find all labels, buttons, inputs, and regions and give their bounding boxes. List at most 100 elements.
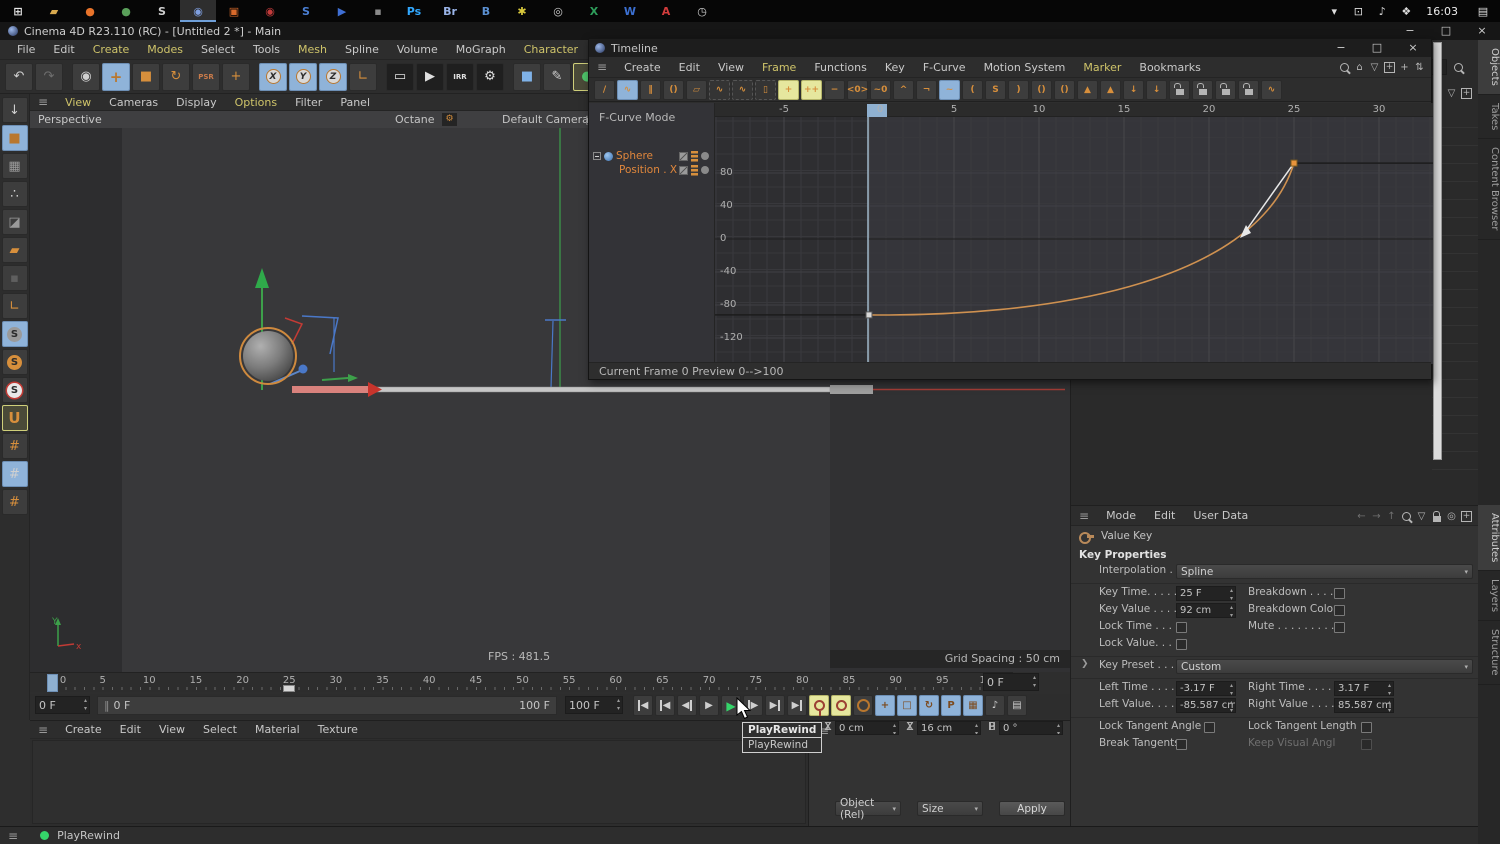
- workplane-mode-button[interactable]: #: [1, 489, 28, 515]
- timeline-hamburger-icon[interactable]: ≡: [589, 60, 615, 74]
- edges-mode-button[interactable]: ◪: [1, 209, 28, 235]
- snap-3d-button[interactable]: S: [1, 377, 28, 403]
- weight-a-button[interactable]: ▲: [1077, 79, 1098, 100]
- undo-button[interactable]: ↶: [5, 62, 33, 91]
- add-keys-all-button[interactable]: ++: [801, 79, 822, 100]
- filter-toggle-icon[interactable]: [679, 151, 688, 161]
- live-selection-tool[interactable]: ◉: [72, 62, 100, 91]
- left-value-field[interactable]: -85.587 cm ▴ ▾: [1176, 698, 1236, 713]
- tl-search-icon[interactable]: [1337, 60, 1352, 74]
- attr-hamburger-icon[interactable]: ≡: [1071, 509, 1097, 523]
- mat-menu-edit[interactable]: Edit: [111, 723, 150, 736]
- menu-tools[interactable]: Tools: [244, 43, 289, 56]
- taskbar-app-clock[interactable]: ◷: [684, 0, 720, 22]
- ap[interactable]: Apply: [999, 801, 1065, 816]
- tab-attributes[interactable]: Attributes: [1478, 505, 1500, 572]
- vp-menu-panel[interactable]: Panel: [331, 96, 379, 109]
- lock-tangent-lengths-checkbox[interactable]: [1361, 722, 1372, 733]
- key-position-toggle[interactable]: +: [875, 695, 895, 716]
- rotate-tool[interactable]: ↻: [162, 62, 190, 91]
- fcurve-graph[interactable]: -5 0 5 10 15 20 25 30 80 40 0 -40 -80 -120: [715, 103, 1433, 364]
- left-time-field[interactable]: -3.17 F ▴ ▾: [1176, 681, 1236, 696]
- tracks-toggle[interactable]: ▤: [1007, 695, 1027, 716]
- lock-workplane-button[interactable]: #: [1, 461, 28, 487]
- tl-add-panel-icon[interactable]: +: [1382, 60, 1397, 74]
- tl-menu-key[interactable]: Key: [876, 61, 914, 74]
- tweak-mode-button[interactable]: ▪: [1, 265, 28, 291]
- render-settings-button[interactable]: ⚙: [476, 62, 504, 91]
- vp-menu-filter[interactable]: Filter: [286, 96, 331, 109]
- track-dots-icon[interactable]: [691, 164, 698, 176]
- tab-structure[interactable]: Structure: [1478, 621, 1500, 685]
- x-axis-toggle[interactable]: X: [259, 62, 287, 91]
- magnet-snap-button[interactable]: U: [1, 405, 28, 431]
- end-frame-field[interactable]: 100 F ▴ ▾: [565, 696, 623, 714]
- mat-menu-create[interactable]: Create: [56, 723, 111, 736]
- tab-takes[interactable]: Takes: [1478, 95, 1500, 140]
- key-scale-toggle[interactable]: □: [897, 695, 917, 716]
- workplane-button[interactable]: #: [1, 433, 28, 459]
- curve-paren-b-button[interactable]: (): [1054, 79, 1075, 100]
- key-pla-toggle[interactable]: ▦: [963, 695, 983, 716]
- tab-layers[interactable]: Layers: [1478, 571, 1500, 622]
- attr-search-icon[interactable]: [1399, 509, 1414, 523]
- mat-menu-texture[interactable]: Texture: [309, 723, 367, 736]
- taskbar-app-excel[interactable]: X: [576, 0, 612, 22]
- attr-add-panel-icon[interactable]: +: [1459, 509, 1474, 523]
- goto-end-button[interactable]: ▶: [787, 695, 807, 716]
- taskbar-app-firefox[interactable]: ●: [72, 0, 108, 22]
- region-tool-c-button[interactable]: ▯: [755, 79, 776, 100]
- tree-item-position-x[interactable]: Position . X: [589, 163, 715, 177]
- lock-tangent-icon-button[interactable]: [1215, 79, 1236, 100]
- attr-forward-icon[interactable]: →: [1369, 509, 1384, 523]
- zero-angle-button[interactable]: <0>: [847, 79, 868, 100]
- attr-filter-icon[interactable]: ▽: [1414, 509, 1429, 523]
- notification-center-icon[interactable]: ▤: [1466, 5, 1500, 18]
- link-button[interactable]: ▱: [686, 79, 707, 100]
- tray-expand-icon[interactable]: ▾: [1322, 5, 1346, 18]
- move-locked-tool[interactable]: +: [222, 62, 250, 91]
- snap-auto-button[interactable]: S: [1, 349, 28, 375]
- weight-b-button[interactable]: ▲: [1100, 79, 1121, 100]
- key-time-field[interactable]: 25 F ▴ ▾: [1176, 586, 1236, 601]
- state-dot-icon[interactable]: [701, 166, 709, 174]
- tl-dock-icon[interactable]: ⇅: [1412, 60, 1427, 74]
- taskbar-app-player[interactable]: ▶: [324, 0, 360, 22]
- taskbar-app-dark[interactable]: ▪: [360, 0, 396, 22]
- autokey-button[interactable]: [831, 695, 851, 716]
- material-list-empty[interactable]: [32, 740, 806, 824]
- taskbar-app-bridge[interactable]: Br: [432, 0, 468, 22]
- timeline-titlebar[interactable]: Timeline − □ ×: [589, 39, 1431, 57]
- rotation-field[interactable]: 0 °▴▾: [999, 721, 1063, 735]
- taskbar-app-chrome[interactable]: ●: [108, 0, 144, 22]
- status-hamburger-icon[interactable]: ≡: [0, 829, 26, 843]
- attr-back-icon[interactable]: ←: [1354, 509, 1369, 523]
- menu-modes[interactable]: Modes: [138, 43, 192, 56]
- curve-paren-a-button[interactable]: (): [1031, 79, 1052, 100]
- tl-move-panel-icon[interactable]: +: [1397, 60, 1412, 74]
- timeline-close-button[interactable]: ×: [1395, 39, 1431, 57]
- tray-volume-icon[interactable]: ♪: [1370, 5, 1394, 18]
- interpolation-dropdown[interactable]: Spline ▾: [1176, 564, 1473, 579]
- ease-spline-button[interactable]: (: [962, 79, 983, 100]
- loop-button[interactable]: (): [663, 79, 684, 100]
- taskbar-app-swirl[interactable]: ✱: [504, 0, 540, 22]
- tray-display-icon[interactable]: ⊡: [1346, 5, 1370, 18]
- key-preset-dropdown[interactable]: Custom ▾: [1176, 659, 1473, 674]
- points-mode-button[interactable]: ∴: [1, 181, 28, 207]
- range-grip-icon[interactable]: ‖: [104, 699, 110, 712]
- attr-menu-user-data[interactable]: User Data: [1184, 509, 1257, 522]
- taskbar-app-circle[interactable]: ◎: [540, 0, 576, 22]
- z-axis-toggle[interactable]: Z: [319, 62, 347, 91]
- motion-mode-button[interactable]: ‖: [640, 79, 661, 100]
- fcurve-key-selected[interactable]: [1290, 159, 1298, 167]
- fcurve-ruler[interactable]: -5 0 5 10 15 20 25 30: [715, 103, 1433, 117]
- key-value-field[interactable]: 92 cm ▴ ▾: [1176, 603, 1236, 618]
- interactive-render-button[interactable]: IRR: [446, 62, 474, 91]
- mat-menu-select[interactable]: Select: [194, 723, 246, 736]
- position-field[interactable]: 0 cm▴▾: [835, 721, 899, 735]
- animation-timeline-ruler[interactable]: 0510152025303540455055606570758085909510…: [30, 672, 1013, 692]
- keyframe-selection-button[interactable]: [853, 695, 873, 716]
- scale-tool[interactable]: ■: [132, 62, 160, 91]
- tl-menu-motion-system[interactable]: Motion System: [975, 61, 1075, 74]
